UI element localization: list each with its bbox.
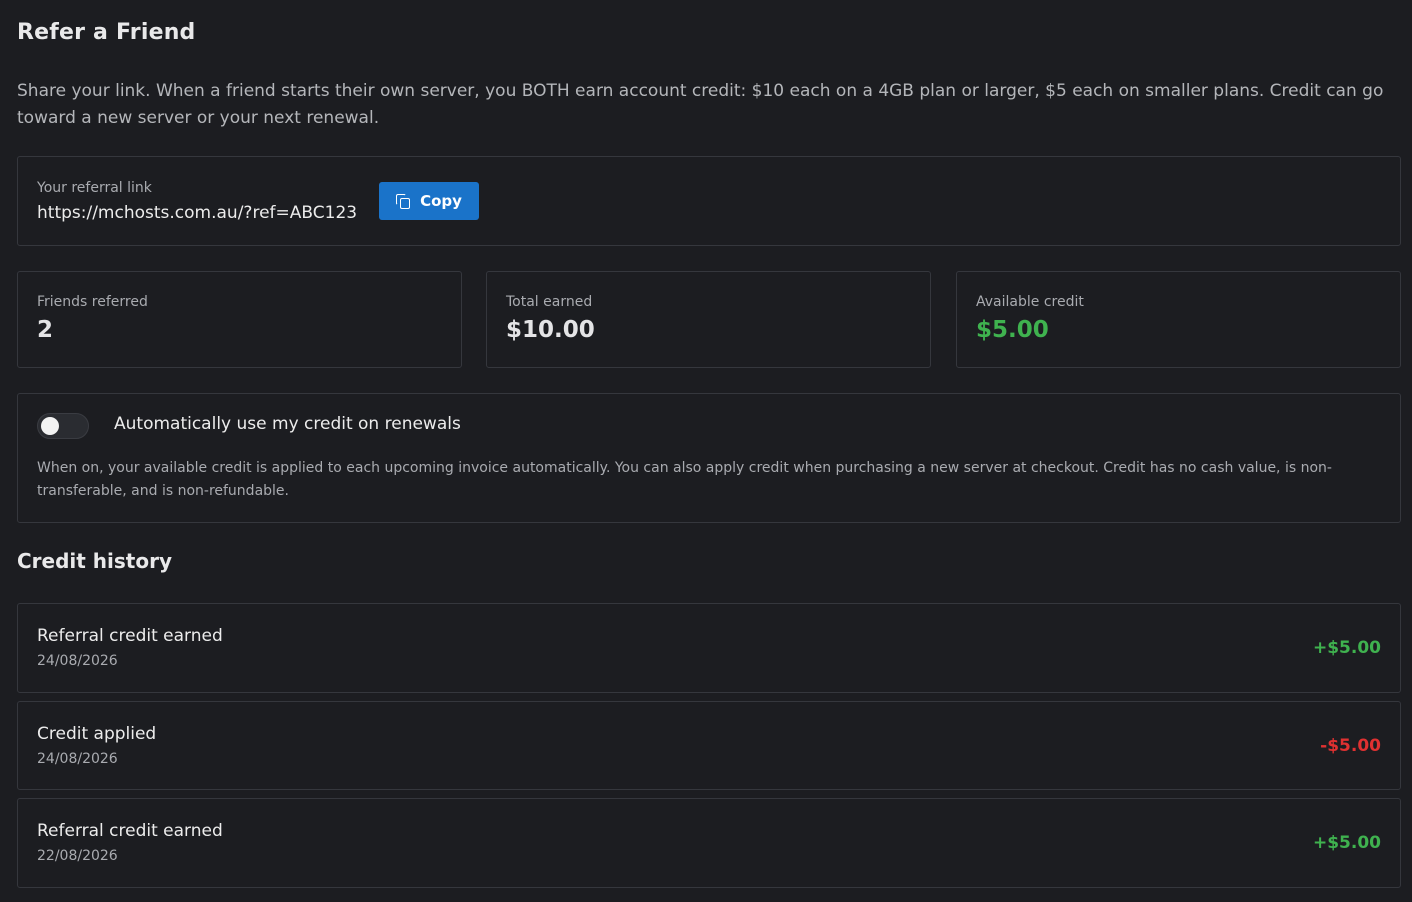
stat-label: Total earned bbox=[506, 294, 593, 310]
history-row-amount: +$5.00 bbox=[1312, 833, 1381, 853]
auto-credit-label[interactable]: Automatically use my credit on renewals bbox=[114, 414, 461, 434]
stat-card-available-credit: Available credit $5.00 bbox=[956, 271, 1401, 368]
stat-card-friends-referred: Friends referred 2 bbox=[17, 271, 462, 368]
history-row-title: Referral credit earned bbox=[37, 821, 223, 841]
stat-value: 2 bbox=[37, 317, 54, 343]
stat-card-total-earned: Total earned $10.00 bbox=[486, 271, 931, 368]
auto-credit-card: Automatically use my credit on renewals … bbox=[17, 393, 1401, 523]
history-row-title: Credit applied bbox=[37, 724, 157, 744]
stat-label: Available credit bbox=[976, 294, 1084, 310]
auto-credit-toggle[interactable] bbox=[37, 413, 89, 439]
history-row: Credit applied 24/08/2026 -$5.00 bbox=[17, 701, 1401, 790]
stat-value: $10.00 bbox=[506, 317, 595, 343]
stat-value: $5.00 bbox=[976, 317, 1049, 343]
credit-history-title: Credit history bbox=[17, 549, 172, 573]
auto-credit-description: When on, your available credit is applie… bbox=[37, 460, 1332, 499]
referral-link-label: Your referral link bbox=[37, 180, 152, 196]
referral-link-card: Your referral link https://mchosts.com.a… bbox=[17, 156, 1401, 246]
referral-link-value[interactable]: https://mchosts.com.au/?ref=ABC123 bbox=[37, 203, 357, 223]
stat-label: Friends referred bbox=[37, 294, 148, 310]
toggle-knob bbox=[41, 417, 59, 435]
copy-icon bbox=[396, 194, 411, 209]
copy-button-label: Copy bbox=[420, 192, 462, 210]
history-row: Referral credit earned 22/08/2026 +$5.00 bbox=[17, 798, 1401, 888]
history-row: Referral credit earned 24/08/2026 +$5.00 bbox=[17, 603, 1401, 693]
history-row-title: Referral credit earned bbox=[37, 626, 223, 646]
history-row-date: 24/08/2026 bbox=[37, 751, 118, 767]
intro-text: Share your link. When a friend starts th… bbox=[17, 81, 1384, 128]
history-row-date: 22/08/2026 bbox=[37, 848, 118, 864]
page-title: Refer a Friend bbox=[17, 20, 196, 45]
copy-button[interactable]: Copy bbox=[379, 182, 479, 220]
history-row-amount: +$5.00 bbox=[1312, 638, 1381, 658]
history-row-amount: -$5.00 bbox=[1320, 736, 1381, 756]
history-row-date: 24/08/2026 bbox=[37, 653, 118, 669]
